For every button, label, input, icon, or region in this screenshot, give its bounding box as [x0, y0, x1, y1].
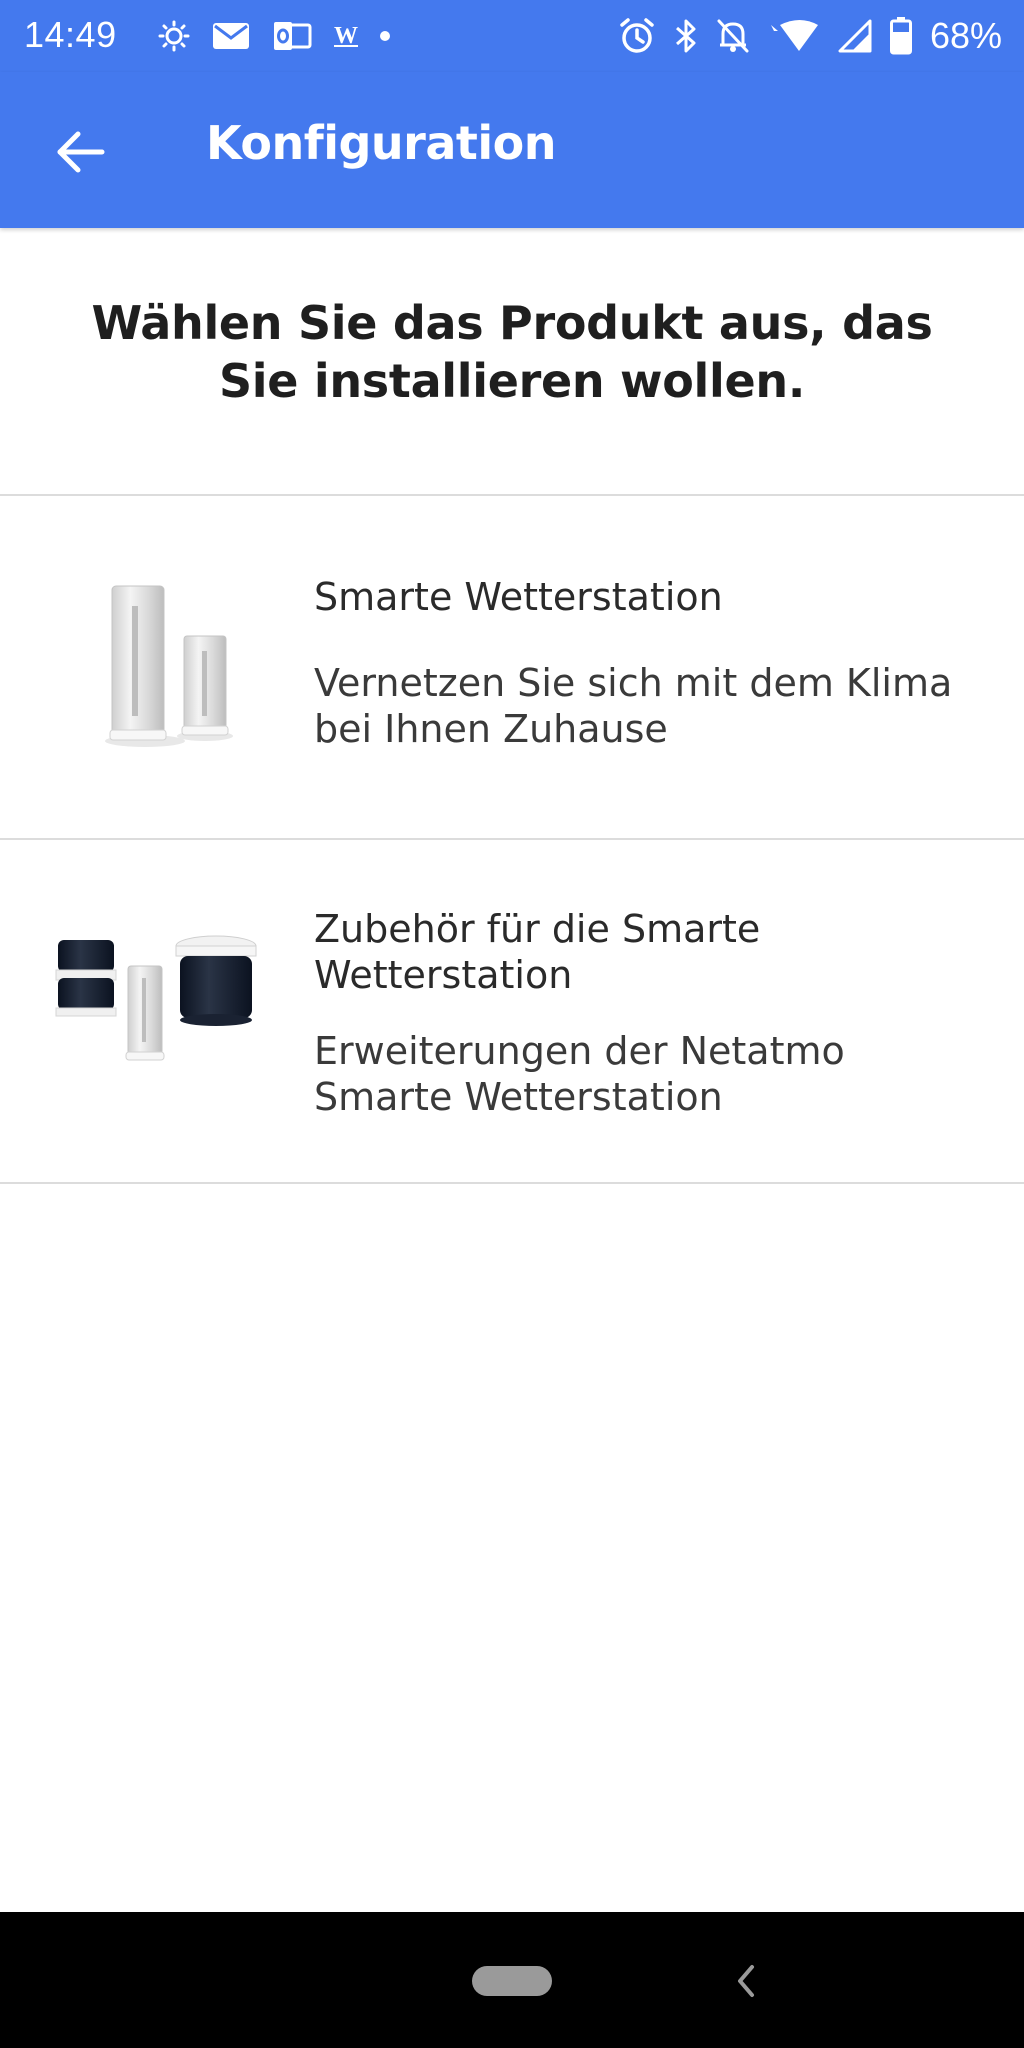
status-time: 14:49: [24, 14, 117, 55]
battery-icon: [889, 17, 912, 55]
product-description: Vernetzen Sie sich mit dem Klima bei Ihn…: [314, 661, 953, 751]
instruction-heading: Wählen Sie das Produkt aus, das Sie inst…: [91, 296, 933, 408]
battery-percentage: 68%: [929, 15, 1002, 56]
brightness-icon: [158, 20, 190, 52]
page-title: Konfiguration: [206, 116, 556, 170]
home-pill[interactable]: [472, 1966, 552, 1996]
divider: [0, 1182, 1024, 1184]
list-item-accessories[interactable]: Zubehör für die Smarte Wetterstation Erw…: [0, 840, 1024, 1180]
wifi-icon: [768, 19, 820, 53]
navigation-bar: [0, 1912, 1024, 2048]
product-title: Smarte Wetterstation: [314, 575, 723, 619]
system-icons: 68%: [618, 14, 1002, 58]
status-bar: 14:49 W 68%: [0, 0, 1024, 72]
outlook-icon: [272, 19, 312, 53]
accessories-image: [50, 930, 280, 1130]
mail-icon: [212, 22, 250, 50]
alarm-icon: [618, 17, 656, 55]
arrow-back-icon: [57, 131, 105, 173]
weather-station-image: [50, 576, 280, 776]
bluetooth-icon: [674, 18, 698, 54]
notification-icons: W: [158, 14, 390, 58]
product-title: Zubehör für die Smarte Wetterstation: [314, 907, 761, 997]
word-icon: W: [334, 22, 358, 49]
signal-icon: [838, 19, 872, 53]
back-chevron-icon[interactable]: [726, 1956, 766, 2006]
list-item-weather-station[interactable]: Smarte Wetterstation Vernetzen Sie sich …: [0, 496, 1024, 836]
app-bar: Konfiguration: [0, 72, 1024, 228]
notifications-off-icon: [716, 18, 750, 54]
back-button[interactable]: [40, 112, 120, 192]
dot-icon: [380, 31, 390, 41]
product-description: Erweiterungen der Netatmo Smarte Wetters…: [314, 1029, 845, 1119]
